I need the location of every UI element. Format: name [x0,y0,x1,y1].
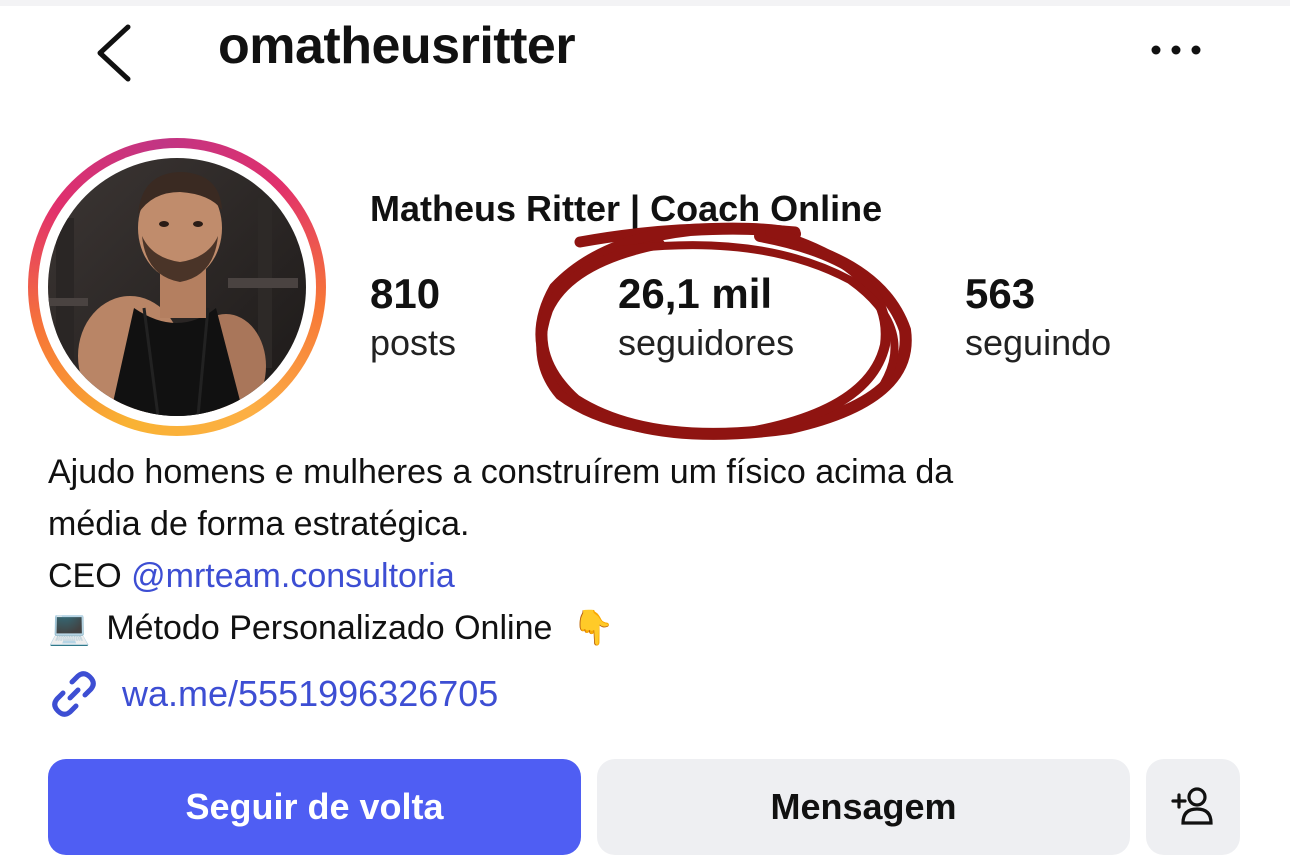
stat-value: 26,1 mil [618,270,773,317]
more-horizontal-icon [1151,45,1201,55]
avatar-photo [48,158,306,416]
suggested-people-button[interactable] [1146,759,1240,855]
bio-line: Ajudo homens e mulheres a construírem um… [48,453,954,491]
stat-label: seguindo [965,322,1112,363]
follow-back-button[interactable]: Seguir de volta [48,759,581,855]
pointing-down-emoji: 👇 [572,609,615,647]
stat-label: posts [370,322,457,363]
back-button[interactable] [92,22,138,84]
bio-method-text: Método Personalizado Online [106,608,553,647]
stat-posts[interactable]: 810 posts [370,270,456,364]
bio-line: 💻 Método Personalizado Online 👇 [48,608,615,648]
more-options-button[interactable] [1148,36,1204,64]
external-link[interactable]: wa.me/5551996326705 [48,668,498,720]
laptop-emoji: 💻 [48,609,91,647]
profile-username: omatheusritter [218,17,576,75]
stat-value: 563 [965,270,1036,317]
stat-value: 810 [370,270,441,317]
stat-following[interactable]: 563 seguindo [965,270,1111,364]
link-text: wa.me/5551996326705 [122,673,499,714]
bio-line: CEO @mrteam.consultoria [48,557,455,596]
bio-line: média de forma estratégica. [48,505,470,543]
add-person-icon [1171,787,1213,825]
link-icon [52,671,96,717]
stat-label: seguidores [618,322,795,363]
profile-avatar[interactable] [48,158,306,416]
chevron-left-icon [97,24,131,82]
stat-followers[interactable]: 26,1 mil seguidores [618,270,794,364]
bio-ceo-prefix: CEO [48,557,132,595]
top-strip [0,0,1290,6]
profile-display-name: Matheus Ritter | Coach Online [370,188,883,229]
message-button[interactable]: Mensagem [597,759,1130,855]
mention-link[interactable]: @mrteam.consultoria [131,557,455,595]
